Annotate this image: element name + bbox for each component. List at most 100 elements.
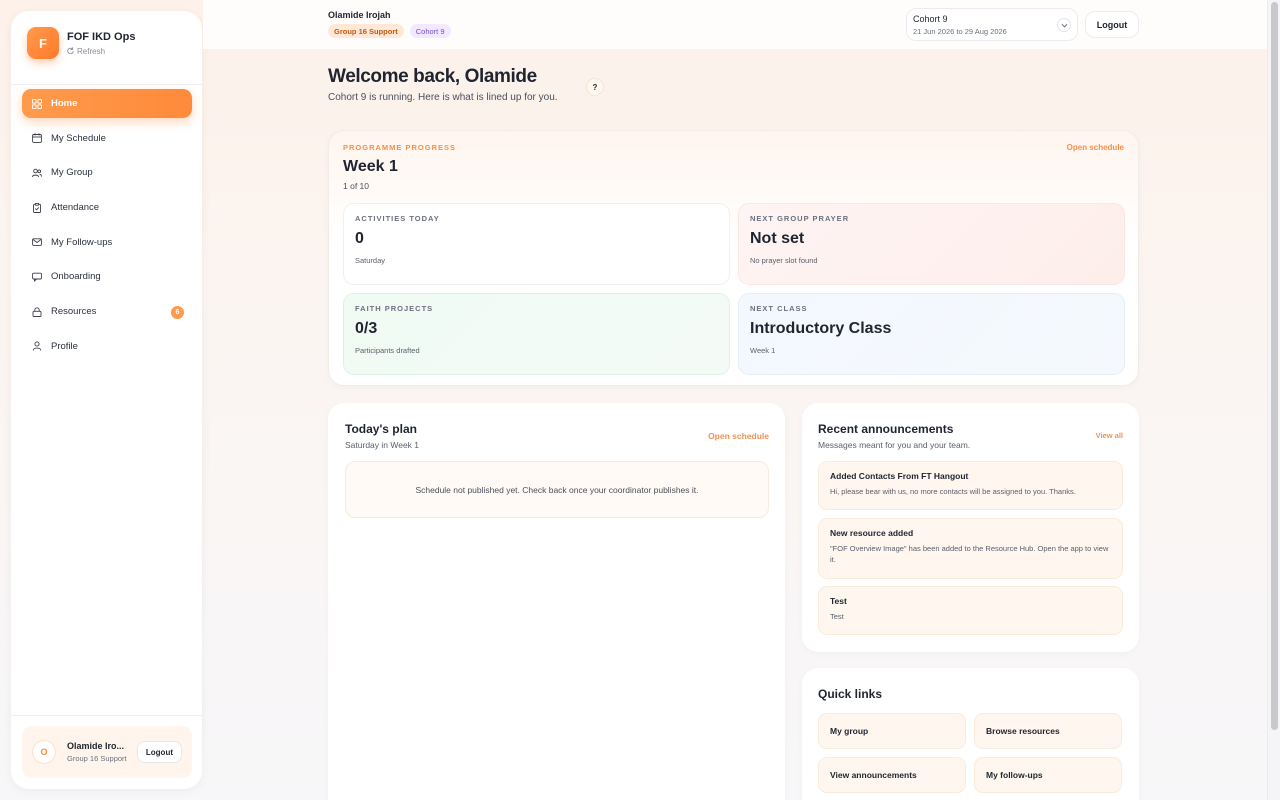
- stat-note: Saturday: [355, 256, 386, 265]
- help-button[interactable]: ?: [586, 78, 604, 96]
- page-subtitle: Cohort 9 is running. Here is what is lin…: [328, 92, 558, 103]
- header-user: Olamide Irojah Group 16 Support Cohort 9: [328, 10, 451, 38]
- sidebar-item-label: My Group: [51, 167, 93, 179]
- sidebar-item-home[interactable]: Home: [22, 89, 192, 118]
- sidebar-item-attendance[interactable]: Attendance: [22, 193, 192, 222]
- plan-empty-state: Schedule not published yet. Check back o…: [345, 461, 769, 518]
- sidebar-item-my-follow-ups[interactable]: My Follow-ups: [22, 228, 192, 257]
- brand: F FOF IKD Ops Refresh: [27, 27, 135, 59]
- welcome-section: Welcome back, Olamide Cohort 9 is runnin…: [328, 66, 558, 103]
- stat-value: Introductory Class: [750, 320, 892, 337]
- quick-links-card: Quick links My group Browse resources Vi…: [802, 668, 1139, 800]
- announcements-card: Recent announcements Messages meant for …: [802, 403, 1139, 652]
- sidebar-item-label: Attendance: [51, 202, 100, 214]
- header-user-name: Olamide Irojah: [328, 10, 391, 20]
- sidebar-nav: Home My Schedule My Group Attendance My …: [22, 89, 192, 367]
- stat-next-group-prayer: NEXT GROUP PRAYER Not set No prayer slot…: [738, 203, 1125, 285]
- cohort-select-name: Cohort 9: [913, 14, 948, 24]
- sidebar-user-card: O Olamide Iro... Group 16 Support Logout: [22, 726, 192, 778]
- refresh-label: Refresh: [77, 46, 106, 56]
- sidebar-item-my-group[interactable]: My Group: [22, 158, 192, 187]
- top-bar: Olamide Irojah Group 16 Support Cohort 9…: [203, 0, 1267, 49]
- progress-week: Week 1: [343, 158, 398, 175]
- group-chip: Group 16 Support: [328, 24, 404, 38]
- mail-icon: [32, 237, 42, 247]
- progress-count: 1 of 10: [343, 181, 369, 191]
- view-all-link[interactable]: View all: [1096, 431, 1123, 440]
- quick-link-browse-resources[interactable]: Browse resources: [974, 713, 1122, 749]
- quick-link-my-group[interactable]: My group: [818, 713, 966, 749]
- scrollbar-thumb[interactable]: [1271, 2, 1278, 730]
- quick-link-view-announcements[interactable]: View announcements: [818, 757, 966, 793]
- stat-note: No prayer slot found: [750, 256, 818, 265]
- sidebar-item-my-schedule[interactable]: My Schedule: [22, 124, 192, 153]
- sidebar-divider: [11, 715, 202, 716]
- stat-note: Participants drafted: [355, 346, 420, 355]
- stat-activities-today: ACTIVITIES TODAY 0 Saturday: [343, 203, 730, 285]
- stat-next-class: NEXT CLASS Introductory Class Week 1: [738, 293, 1125, 375]
- sidebar-item-label: Onboarding: [51, 271, 101, 283]
- quick-links-title: Quick links: [818, 687, 883, 701]
- sidebar-divider: [11, 84, 202, 85]
- announcement-item[interactable]: Test Test: [818, 586, 1123, 635]
- stat-note: Week 1: [750, 346, 776, 355]
- cohort-select-dates: 21 Jun 2026 to 29 Aug 2026: [913, 27, 1007, 36]
- person-icon: [32, 341, 42, 351]
- sidebar: F FOF IKD Ops Refresh Home My Schedule M…: [11, 11, 202, 789]
- sidebar-user-role: Group 16 Support: [67, 753, 127, 763]
- grid-icon: [32, 98, 42, 109]
- sidebar-logout-button[interactable]: Logout: [136, 741, 182, 763]
- announcement-body: Test: [830, 612, 844, 621]
- announcement-body: Hi, please bear with us, no more contact…: [830, 487, 1076, 496]
- plan-open-schedule-link[interactable]: Open schedule: [708, 431, 769, 441]
- plan-subtitle: Saturday in Week 1: [345, 440, 420, 450]
- sidebar-item-resources[interactable]: Resources 6: [22, 297, 192, 326]
- stat-label: FAITH PROJECTS: [355, 304, 434, 313]
- plan-title: Today's plan: [345, 422, 417, 436]
- announcement-item[interactable]: Added Contacts From FT Hangout Hi, pleas…: [818, 461, 1123, 510]
- quick-link-my-follow-ups[interactable]: My follow-ups: [974, 757, 1122, 793]
- sidebar-user-name: Olamide Iro...: [67, 740, 125, 751]
- todays-plan-card: Today's plan Saturday in Week 1 Open sch…: [328, 403, 785, 800]
- brand-logo: F: [27, 27, 59, 59]
- chat-icon: [32, 272, 42, 282]
- sidebar-item-label: Profile: [51, 340, 78, 352]
- sidebar-item-label: My Schedule: [51, 132, 106, 144]
- announcement-item[interactable]: New resource added "FOF Overview Image" …: [818, 518, 1123, 579]
- sidebar-item-label: Home: [51, 98, 78, 109]
- clipboard-icon: [32, 202, 42, 213]
- calendar-icon: [32, 133, 42, 144]
- sidebar-item-onboarding[interactable]: Onboarding: [22, 262, 192, 291]
- resources-count-badge: 6: [171, 306, 184, 320]
- refresh-button[interactable]: Refresh: [67, 47, 135, 56]
- stat-label: ACTIVITIES TODAY: [355, 214, 440, 223]
- page-title: Welcome back, Olamide: [328, 66, 537, 87]
- refresh-icon: [67, 46, 74, 56]
- stat-label: NEXT CLASS: [750, 304, 808, 313]
- users-icon: [32, 168, 42, 178]
- header-logout-button[interactable]: Logout: [1085, 11, 1139, 38]
- cohort-chip: Cohort 9: [409, 24, 451, 38]
- sidebar-item-label: My Follow-ups: [51, 236, 113, 248]
- cohort-select[interactable]: Cohort 9 21 Jun 2026 to 29 Aug 2026: [906, 8, 1078, 41]
- brand-name: FOF IKD Ops: [67, 30, 136, 43]
- sidebar-item-label: Resources: [51, 306, 97, 318]
- announcement-title: Test: [830, 596, 847, 606]
- sidebar-item-profile[interactable]: Profile: [22, 332, 192, 361]
- open-schedule-link[interactable]: Open schedule: [1067, 143, 1124, 152]
- scrollbar[interactable]: [1267, 0, 1280, 800]
- announcements-subtitle: Messages meant for you and your team.: [818, 440, 971, 450]
- programme-progress-card: PROGRAMME PROGRESS Open schedule Week 1 …: [328, 130, 1139, 386]
- progress-eyebrow: PROGRAMME PROGRESS: [343, 143, 457, 152]
- stat-value: 0/3: [355, 320, 378, 337]
- avatar: O: [32, 740, 56, 764]
- lock-icon: [32, 306, 42, 317]
- stat-label: NEXT GROUP PRAYER: [750, 214, 850, 223]
- announcement-title: New resource added: [830, 528, 914, 538]
- chevron-down-icon: [1057, 18, 1071, 32]
- announcement-body: "FOF Overview Image" has been added to t…: [830, 544, 1109, 564]
- announcements-title: Recent announcements: [818, 422, 954, 436]
- stat-value: Not set: [750, 230, 805, 247]
- announcement-title: Added Contacts From FT Hangout: [830, 471, 969, 481]
- stat-faith-projects: FAITH PROJECTS 0/3 Participants drafted: [343, 293, 730, 375]
